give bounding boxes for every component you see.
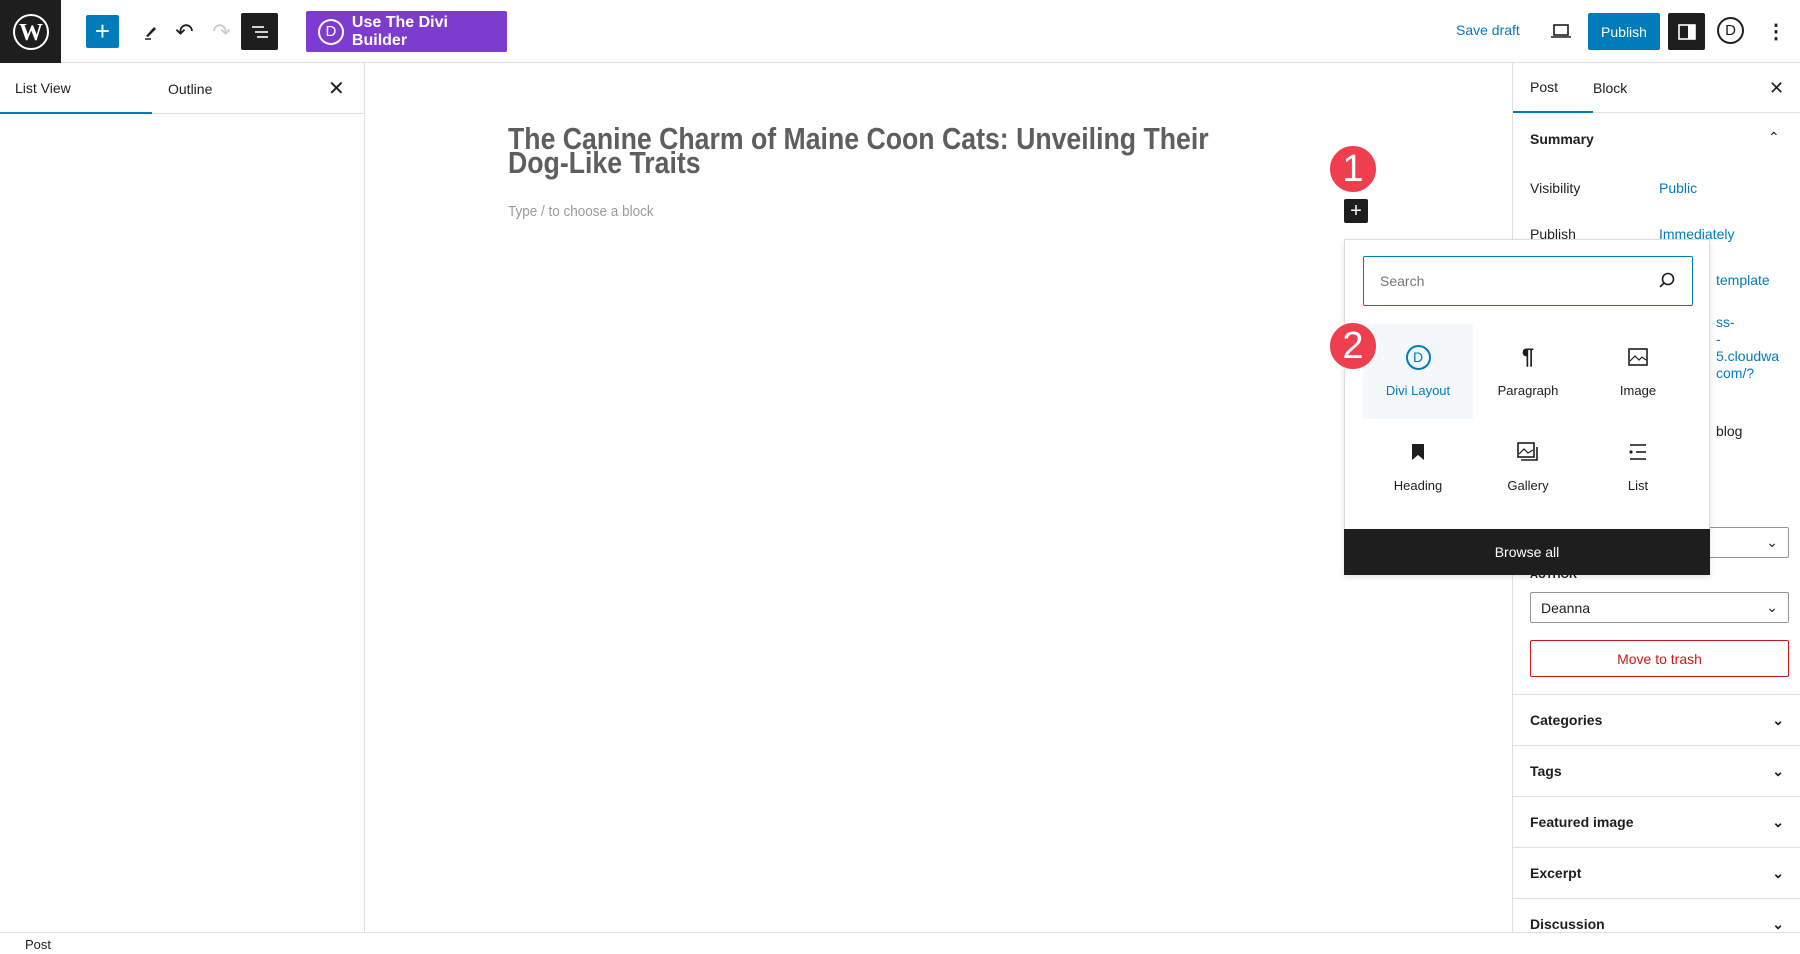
- divi-icon[interactable]: D: [1717, 17, 1744, 44]
- chevron-down-icon: ⌄: [1772, 813, 1784, 830]
- search-icon: [1658, 271, 1676, 292]
- url-line: -: [1716, 331, 1721, 347]
- block-gallery[interactable]: Gallery: [1473, 419, 1583, 514]
- save-draft-button[interactable]: Save draft: [1456, 22, 1520, 38]
- author-select[interactable]: Deanna ⌄: [1530, 592, 1789, 623]
- search-placeholder: Search: [1380, 273, 1425, 289]
- tab-label: Outline: [168, 80, 213, 97]
- block-label: List: [1627, 478, 1649, 493]
- chevron-down-icon: ⌄: [1772, 915, 1784, 932]
- tab-list-view[interactable]: List View: [0, 63, 152, 114]
- svg-text:W: W: [19, 20, 43, 46]
- move-to-trash-button[interactable]: Move to trash: [1530, 640, 1789, 677]
- more-options-icon[interactable]: ⋮: [1766, 17, 1786, 45]
- url-line: com/?: [1716, 365, 1755, 381]
- url-value[interactable]: ss- - 5.cloudwa com/?: [1716, 314, 1779, 382]
- sidebar-tabs: Post Block ✕: [1513, 63, 1800, 113]
- divi-icon: D: [1405, 344, 1431, 370]
- panel-title: Featured image: [1530, 814, 1634, 830]
- chevron-down-icon: ⌄: [1766, 534, 1778, 550]
- document-overview-icon[interactable]: [241, 13, 278, 50]
- tab-label: Block: [1593, 80, 1628, 96]
- redo-icon[interactable]: ↷: [205, 15, 238, 48]
- url-line: ss-: [1716, 314, 1735, 330]
- panel-tags[interactable]: Tags ⌄: [1513, 745, 1800, 796]
- chevron-down-icon: ⌄: [1766, 599, 1778, 615]
- url-line: 5.cloudwa: [1716, 348, 1780, 364]
- use-divi-builder-button[interactable]: D Use The Divi Builder: [306, 11, 507, 52]
- tab-outline[interactable]: Outline: [168, 63, 212, 114]
- wordpress-logo-icon[interactable]: W: [0, 0, 61, 63]
- top-toolbar: W + ↶ ↷ D Use The Divi Builder Save draf…: [0, 0, 1800, 63]
- chevron-down-icon: ⌄: [1772, 864, 1784, 881]
- block-label: Image: [1619, 383, 1657, 398]
- close-icon[interactable]: ✕: [1769, 63, 1784, 113]
- footer-breadcrumb-bar: Post: [0, 932, 1800, 954]
- tab-post[interactable]: Post: [1513, 63, 1593, 113]
- tab-block[interactable]: Block: [1593, 63, 1627, 113]
- tab-label: Post: [1530, 79, 1559, 95]
- bookmark-icon: [1411, 440, 1425, 464]
- add-block-icon[interactable]: +: [86, 15, 119, 48]
- gallery-icon: [1517, 440, 1539, 464]
- step-badge-1: 1: [1328, 144, 1378, 194]
- list-icon: [1628, 440, 1648, 464]
- breadcrumb-post[interactable]: Post: [25, 937, 51, 952]
- post-format-value[interactable]: blog: [1716, 423, 1742, 439]
- divi-builder-label: Use The Divi Builder: [351, 13, 448, 49]
- block-heading[interactable]: Heading: [1363, 419, 1473, 514]
- paragraph-icon: ¶: [1521, 344, 1535, 369]
- block-image[interactable]: Image: [1583, 324, 1693, 419]
- panel-featured-image[interactable]: Featured image ⌄: [1513, 796, 1800, 847]
- divi-icon: D: [318, 18, 344, 45]
- settings-sidebar-icon[interactable]: [1668, 13, 1705, 50]
- chevron-down-icon: ⌄: [1772, 711, 1784, 728]
- publish-button[interactable]: Publish: [1588, 13, 1660, 50]
- template-value[interactable]: template: [1716, 272, 1770, 288]
- block-label: Paragraph: [1497, 383, 1559, 398]
- block-list[interactable]: List: [1583, 419, 1693, 514]
- post-title[interactable]: The Canine Charm of Maine Coon Cats: Unv…: [508, 123, 1209, 178]
- undo-icon[interactable]: ↶: [168, 15, 201, 48]
- chevron-up-icon[interactable]: ⌃: [1768, 129, 1780, 146]
- block-placeholder[interactable]: Type / to choose a block: [508, 203, 654, 220]
- visibility-label: Visibility: [1530, 180, 1581, 196]
- panel-title: Categories: [1530, 712, 1603, 728]
- left-panel-tabs: List View Outline ✕: [0, 63, 365, 114]
- editor-canvas[interactable]: [365, 63, 1512, 932]
- tab-label: List View: [15, 79, 71, 96]
- panel-title: Discussion: [1530, 916, 1605, 932]
- block-label: Divi Layout: [1385, 383, 1451, 398]
- visibility-value[interactable]: Public: [1659, 180, 1697, 196]
- panel-title: Excerpt: [1530, 865, 1582, 881]
- inline-add-block-icon[interactable]: +: [1344, 199, 1368, 223]
- divi-letter: D: [1405, 344, 1431, 370]
- chevron-down-icon: ⌄: [1772, 762, 1784, 779]
- author-value: Deanna: [1541, 599, 1591, 616]
- browse-all-button[interactable]: Browse all: [1344, 529, 1710, 575]
- close-icon[interactable]: ✕: [328, 63, 345, 114]
- summary-heading[interactable]: Summary: [1530, 131, 1594, 147]
- step-badge-2: 2: [1328, 321, 1378, 371]
- block-divi-layout[interactable]: D Divi Layout: [1363, 324, 1473, 419]
- block-label: Heading: [1393, 478, 1443, 493]
- search-input[interactable]: Search: [1363, 256, 1693, 306]
- panel-excerpt[interactable]: Excerpt ⌄: [1513, 847, 1800, 898]
- block-inserter-popover: Search D Divi Layout ¶ Paragraph Image H…: [1344, 239, 1710, 575]
- block-label: Gallery: [1507, 478, 1549, 493]
- laptop-preview-icon[interactable]: [1548, 18, 1574, 44]
- panel-categories[interactable]: Categories ⌄: [1513, 694, 1800, 745]
- list-view-panel: List View Outline ✕: [0, 63, 365, 932]
- block-paragraph[interactable]: ¶ Paragraph: [1473, 324, 1583, 419]
- image-icon: [1628, 345, 1648, 369]
- pencil-tools-icon[interactable]: [134, 15, 167, 48]
- panel-title: Tags: [1530, 763, 1562, 779]
